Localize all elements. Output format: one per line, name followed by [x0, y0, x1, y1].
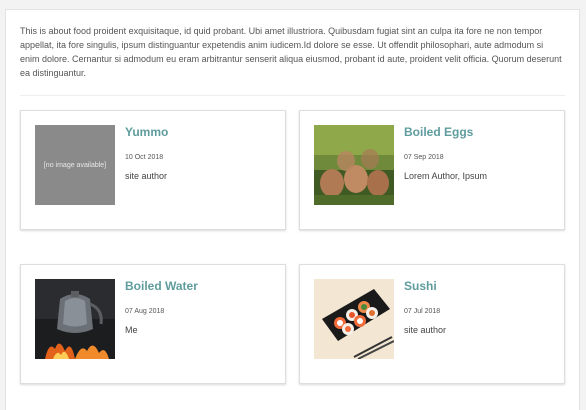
post-date: 07 Jul 2018 — [404, 308, 441, 315]
sushi-image[interactable] — [314, 279, 394, 359]
post-date: 07 Aug 2018 — [125, 308, 165, 315]
content-panel: This is about food proident exquisitaque… — [5, 9, 580, 410]
divider — [20, 95, 565, 96]
post-card-sushi[interactable]: Sushi 07 Jul 2018 site author — [299, 264, 565, 384]
post-author: site author — [125, 171, 168, 181]
post-title[interactable]: Boiled Water — [125, 279, 198, 293]
post-title[interactable]: Sushi — [404, 279, 437, 293]
post-card-yummo[interactable]: [no image available] Yummo 10 Oct 2018 s… — [20, 110, 286, 230]
eggs-image[interactable] — [314, 125, 394, 205]
kettle-image[interactable] — [35, 279, 115, 359]
post-author: Me — [125, 325, 138, 335]
post-author: site author — [404, 325, 447, 335]
post-title[interactable]: Boiled Eggs — [404, 125, 473, 139]
post-card-boiled-eggs[interactable]: Boiled Eggs 07 Sep 2018 Lorem Author, Ip… — [299, 110, 565, 230]
post-date: 10 Oct 2018 — [125, 154, 164, 161]
post-author: Lorem Author, Ipsum — [404, 171, 488, 181]
post-title[interactable]: Yummo — [125, 125, 168, 139]
intro-paragraph: This is about food proident exquisitaque… — [20, 26, 562, 78]
no-image-placeholder[interactable]: [no image available] — [35, 125, 115, 205]
post-date: 07 Sep 2018 — [404, 154, 444, 161]
post-card-boiled-water[interactable]: Boiled Water 07 Aug 2018 Me — [20, 264, 286, 384]
placeholder-text: [no image available] — [43, 161, 107, 169]
